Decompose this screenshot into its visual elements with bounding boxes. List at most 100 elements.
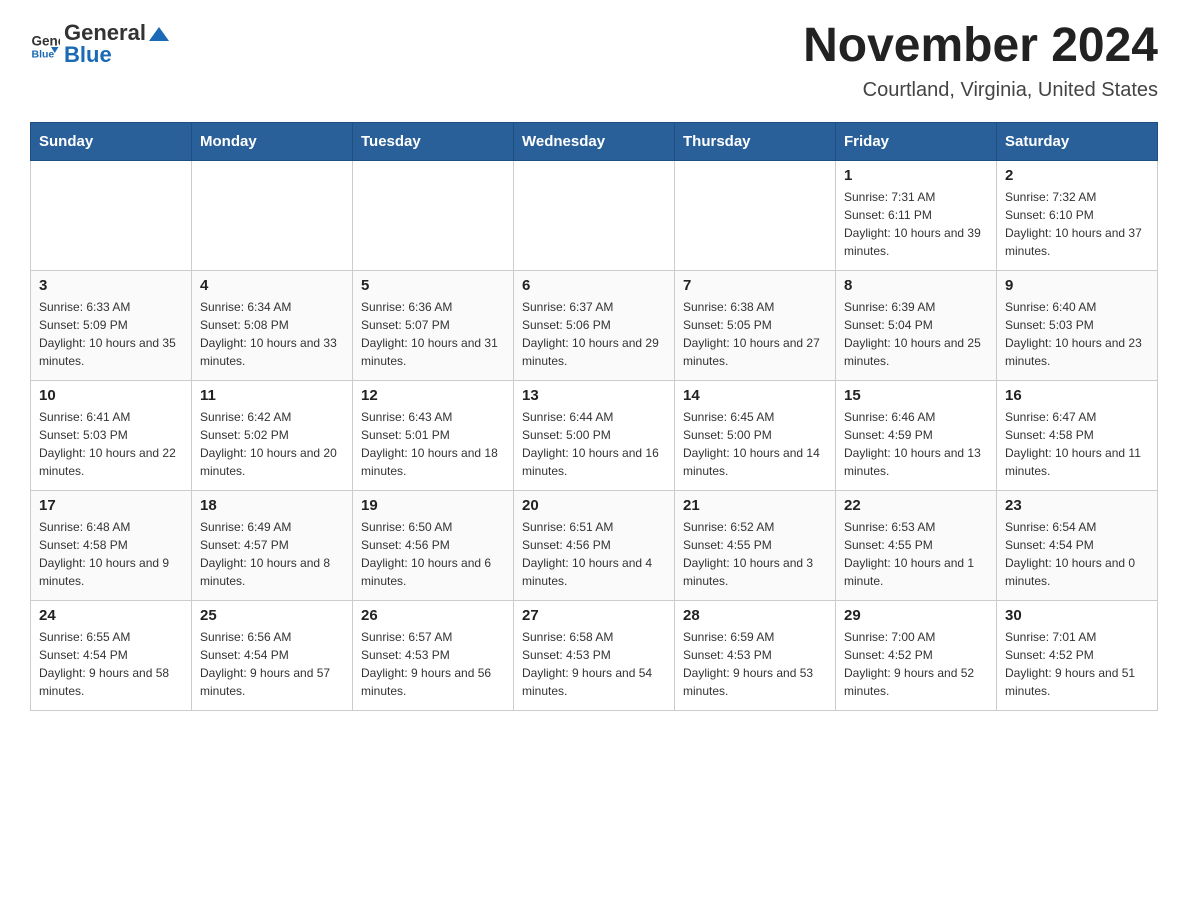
calendar-cell: 7 Sunrise: 6:38 AM Sunset: 5:05 PM Daylig… (675, 270, 836, 380)
calendar-week-row: 1 Sunrise: 7:31 AM Sunset: 6:11 PM Daylig… (31, 160, 1158, 270)
logo-icon: General Blue (30, 29, 60, 59)
day-info: Sunrise: 6:48 AM Sunset: 4:58 PM Dayligh… (39, 518, 183, 590)
calendar-week-row: 3 Sunrise: 6:33 AM Sunset: 5:09 PM Daylig… (31, 270, 1158, 380)
day-number: 9 (1005, 277, 1149, 294)
day-number: 24 (39, 607, 183, 624)
day-number: 26 (361, 607, 505, 624)
calendar-cell: 4Sunrise: 6:34 AM Sunset: 5:08 PM Daylig… (192, 270, 353, 380)
day-info: Sunrise: 7:32 AM Sunset: 6:10 PM Dayligh… (1005, 188, 1149, 260)
calendar-cell: 14 Sunrise: 6:45 AM Sunset: 5:00 PM Dayli… (675, 380, 836, 490)
weekday-header-monday: Monday (192, 122, 353, 160)
day-number: 10 (39, 387, 183, 404)
logo-general-text: General (64, 20, 146, 45)
day-number: 14 (683, 387, 827, 404)
calendar-cell: 9 Sunrise: 6:40 AM Sunset: 5:03 PM Daylig… (997, 270, 1158, 380)
calendar-cell: 19 Sunrise: 6:50 AM Sunset: 4:56 PM Dayli… (353, 490, 514, 600)
weekday-header-sunday: Sunday (31, 122, 192, 160)
day-number: 2 (1005, 167, 1149, 184)
month-year-title: November 2024 (803, 20, 1158, 73)
calendar-cell (675, 160, 836, 270)
day-info: Sunrise: 6:33 AM Sunset: 5:09 PM Dayligh… (39, 298, 183, 370)
day-info: Sunrise: 6:39 AM Sunset: 5:04 PM Dayligh… (844, 298, 988, 370)
calendar-cell: 28Sunrise: 6:59 AM Sunset: 4:53 PM Dayli… (675, 600, 836, 710)
calendar-cell: 17Sunrise: 6:48 AM Sunset: 4:58 PM Dayli… (31, 490, 192, 600)
calendar-cell (353, 160, 514, 270)
day-number: 15 (844, 387, 988, 404)
logo-blue-text: Blue (64, 42, 112, 67)
day-info: Sunrise: 6:38 AM Sunset: 5:05 PM Dayligh… (683, 298, 827, 370)
calendar-week-row: 24 Sunrise: 6:55 AM Sunset: 4:54 PM Dayli… (31, 600, 1158, 710)
calendar-cell: 15 Sunrise: 6:46 AM Sunset: 4:59 PM Dayli… (836, 380, 997, 490)
day-info: Sunrise: 6:51 AM Sunset: 4:56 PM Dayligh… (522, 518, 666, 590)
day-info: Sunrise: 6:37 AM Sunset: 5:06 PM Dayligh… (522, 298, 666, 370)
day-number: 29 (844, 607, 988, 624)
calendar-cell: 20 Sunrise: 6:51 AM Sunset: 4:56 PM Dayli… (514, 490, 675, 600)
calendar-cell (192, 160, 353, 270)
calendar-header-row: SundayMondayTuesdayWednesdayThursdayFrid… (31, 122, 1158, 160)
day-number: 3 (39, 277, 183, 294)
calendar-cell: 13 Sunrise: 6:44 AM Sunset: 5:00 PM Dayli… (514, 380, 675, 490)
day-info: Sunrise: 6:42 AM Sunset: 5:02 PM Dayligh… (200, 408, 344, 480)
day-info: Sunrise: 6:44 AM Sunset: 5:00 PM Dayligh… (522, 408, 666, 480)
calendar-cell: 10Sunrise: 6:41 AM Sunset: 5:03 PM Dayli… (31, 380, 192, 490)
day-number: 25 (200, 607, 344, 624)
calendar-cell (514, 160, 675, 270)
day-info: Sunrise: 6:45 AM Sunset: 5:00 PM Dayligh… (683, 408, 827, 480)
day-number: 8 (844, 277, 988, 294)
day-number: 6 (522, 277, 666, 294)
day-info: Sunrise: 7:01 AM Sunset: 4:52 PM Dayligh… (1005, 628, 1149, 700)
day-info: Sunrise: 6:36 AM Sunset: 5:07 PM Dayligh… (361, 298, 505, 370)
calendar-cell: 1 Sunrise: 7:31 AM Sunset: 6:11 PM Daylig… (836, 160, 997, 270)
day-number: 7 (683, 277, 827, 294)
page-header: General Blue General Blue November 2024 … (30, 20, 1158, 102)
location-subtitle: Courtland, Virginia, United States (803, 79, 1158, 102)
day-number: 20 (522, 497, 666, 514)
calendar-cell: 18 Sunrise: 6:49 AM Sunset: 4:57 PM Dayli… (192, 490, 353, 600)
calendar-cell: 8 Sunrise: 6:39 AM Sunset: 5:04 PM Daylig… (836, 270, 997, 380)
svg-text:General: General (32, 34, 61, 49)
day-info: Sunrise: 6:59 AM Sunset: 4:53 PM Dayligh… (683, 628, 827, 700)
calendar-cell: 25 Sunrise: 6:56 AM Sunset: 4:54 PM Dayli… (192, 600, 353, 710)
day-info: Sunrise: 6:50 AM Sunset: 4:56 PM Dayligh… (361, 518, 505, 590)
weekday-header-thursday: Thursday (675, 122, 836, 160)
day-info: Sunrise: 6:49 AM Sunset: 4:57 PM Dayligh… (200, 518, 344, 590)
day-info: Sunrise: 6:56 AM Sunset: 4:54 PM Dayligh… (200, 628, 344, 700)
day-number: 23 (1005, 497, 1149, 514)
logo-arrow (149, 27, 169, 41)
calendar-table: SundayMondayTuesdayWednesdayThursdayFrid… (30, 122, 1158, 711)
calendar-cell: 22Sunrise: 6:53 AM Sunset: 4:55 PM Dayli… (836, 490, 997, 600)
day-number: 13 (522, 387, 666, 404)
calendar-cell: 27 Sunrise: 6:58 AM Sunset: 4:53 PM Dayli… (514, 600, 675, 710)
calendar-week-row: 10Sunrise: 6:41 AM Sunset: 5:03 PM Dayli… (31, 380, 1158, 490)
calendar-cell: 24 Sunrise: 6:55 AM Sunset: 4:54 PM Dayli… (31, 600, 192, 710)
day-info: Sunrise: 6:43 AM Sunset: 5:01 PM Dayligh… (361, 408, 505, 480)
day-number: 21 (683, 497, 827, 514)
day-info: Sunrise: 6:46 AM Sunset: 4:59 PM Dayligh… (844, 408, 988, 480)
calendar-cell: 30Sunrise: 7:01 AM Sunset: 4:52 PM Dayli… (997, 600, 1158, 710)
weekday-header-wednesday: Wednesday (514, 122, 675, 160)
calendar-week-row: 17Sunrise: 6:48 AM Sunset: 4:58 PM Dayli… (31, 490, 1158, 600)
calendar-cell: 21 Sunrise: 6:52 AM Sunset: 4:55 PM Dayli… (675, 490, 836, 600)
calendar-cell: 29Sunrise: 7:00 AM Sunset: 4:52 PM Dayli… (836, 600, 997, 710)
calendar-cell: 3 Sunrise: 6:33 AM Sunset: 5:09 PM Daylig… (31, 270, 192, 380)
calendar-cell: 11Sunrise: 6:42 AM Sunset: 5:02 PM Dayli… (192, 380, 353, 490)
day-info: Sunrise: 6:54 AM Sunset: 4:54 PM Dayligh… (1005, 518, 1149, 590)
calendar-cell: 2 Sunrise: 7:32 AM Sunset: 6:10 PM Daylig… (997, 160, 1158, 270)
weekday-header-saturday: Saturday (997, 122, 1158, 160)
day-number: 18 (200, 497, 344, 514)
day-info: Sunrise: 6:58 AM Sunset: 4:53 PM Dayligh… (522, 628, 666, 700)
calendar-cell: 12 Sunrise: 6:43 AM Sunset: 5:01 PM Dayli… (353, 380, 514, 490)
day-number: 19 (361, 497, 505, 514)
day-info: Sunrise: 7:31 AM Sunset: 6:11 PM Dayligh… (844, 188, 988, 260)
day-number: 27 (522, 607, 666, 624)
weekday-header-tuesday: Tuesday (353, 122, 514, 160)
day-info: Sunrise: 6:55 AM Sunset: 4:54 PM Dayligh… (39, 628, 183, 700)
day-number: 1 (844, 167, 988, 184)
day-number: 12 (361, 387, 505, 404)
day-info: Sunrise: 6:53 AM Sunset: 4:55 PM Dayligh… (844, 518, 988, 590)
day-info: Sunrise: 6:47 AM Sunset: 4:58 PM Dayligh… (1005, 408, 1149, 480)
calendar-cell: 23 Sunrise: 6:54 AM Sunset: 4:54 PM Dayli… (997, 490, 1158, 600)
day-info: Sunrise: 6:52 AM Sunset: 4:55 PM Dayligh… (683, 518, 827, 590)
title-area: November 2024 Courtland, Virginia, Unite… (803, 20, 1158, 102)
day-info: Sunrise: 6:40 AM Sunset: 5:03 PM Dayligh… (1005, 298, 1149, 370)
